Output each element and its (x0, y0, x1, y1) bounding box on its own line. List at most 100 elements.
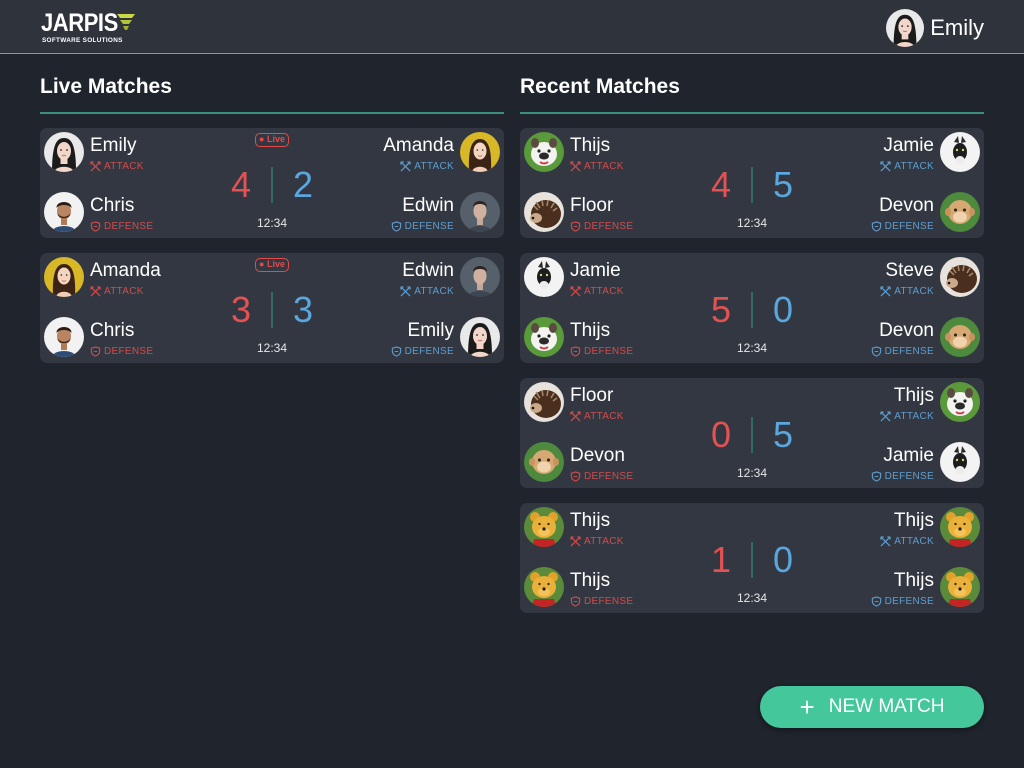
red-attack-player[interactable]: Thijs ATTACK (520, 130, 720, 172)
role-label: DEFENSE (584, 221, 634, 232)
red-defense-player[interactable]: Chris DEFENSE (40, 315, 240, 357)
defense-role: DEFENSE (90, 221, 153, 232)
match-time: 12:34 (256, 341, 288, 355)
match-card[interactable]: Floor ATTACK Devon DEFENSE Thijs ATTACK (520, 378, 984, 488)
player-avatar[interactable] (460, 257, 500, 297)
red-defense-player[interactable]: Thijs DEFENSE (520, 565, 720, 607)
user-avatar[interactable] (886, 9, 925, 47)
match-card[interactable]: ● Live Emily ATTACK Chris DEFENSE Amanda… (40, 128, 504, 238)
player-avatar[interactable] (940, 382, 980, 422)
player-name: Jamie (570, 260, 621, 281)
blue-attack-player[interactable]: Thijs ATTACK (784, 380, 984, 422)
red-team-score: 5 (710, 289, 732, 330)
attack-role: ATTACK (880, 411, 934, 422)
blue-defense-player[interactable]: Edwin DEFENSE (304, 190, 504, 232)
role-label: ATTACK (894, 411, 934, 422)
player-avatar[interactable] (940, 132, 980, 172)
defense-role: DEFENSE (570, 346, 633, 357)
player-avatar[interactable] (460, 192, 500, 232)
blue-attack-player[interactable]: Amanda ATTACK (304, 130, 504, 172)
player-avatar[interactable] (940, 567, 980, 607)
player-name: Emily (90, 135, 137, 156)
shield-icon (90, 221, 101, 232)
red-defense-player[interactable]: Floor DEFENSE (520, 190, 720, 232)
role-label: ATTACK (104, 286, 144, 297)
player-avatar[interactable] (524, 192, 564, 232)
role-label: DEFENSE (884, 471, 934, 482)
player-avatar[interactable] (44, 132, 84, 172)
player-name: Jamie (883, 135, 934, 156)
blue-attack-player[interactable]: Thijs ATTACK (784, 505, 984, 547)
match-time: 12:34 (736, 466, 768, 480)
red-team-score: 0 (710, 414, 732, 455)
player-avatar[interactable] (940, 442, 980, 482)
player-avatar[interactable] (460, 317, 500, 357)
red-attack-player[interactable]: Jamie ATTACK (520, 255, 720, 297)
tornado-icon (117, 14, 135, 30)
live-badge: ● Live (255, 258, 289, 272)
blue-defense-player[interactable]: Emily DEFENSE (304, 315, 504, 357)
user-menu[interactable]: Emily (886, 8, 984, 48)
crossed-swords-icon (880, 536, 891, 547)
red-attack-player[interactable]: Amanda ATTACK (40, 255, 240, 297)
live-badge-label: Live (266, 134, 285, 144)
red-team-score: 1 (710, 539, 732, 580)
player-name: Jamie (883, 445, 934, 466)
player-avatar[interactable] (524, 567, 564, 607)
player-avatar[interactable] (940, 507, 980, 547)
blue-team-score: 0 (772, 289, 794, 330)
blue-attack-player[interactable]: Steve ATTACK (784, 255, 984, 297)
role-label: ATTACK (584, 411, 624, 422)
red-defense-player[interactable]: Chris DEFENSE (40, 190, 240, 232)
match-card[interactable]: ● Live Amanda ATTACK Chris DEFENSE Edwin… (40, 253, 504, 363)
player-avatar[interactable] (524, 442, 564, 482)
red-attack-player[interactable]: Thijs ATTACK (520, 505, 720, 547)
jarpis-logo[interactable]: JARPIS SOFTWARE SOLUTIONS (41, 9, 141, 47)
player-avatar[interactable] (940, 192, 980, 232)
player-avatar[interactable] (524, 507, 564, 547)
player-avatar[interactable] (940, 317, 980, 357)
red-attack-player[interactable]: Emily ATTACK (40, 130, 240, 172)
player-name: Floor (570, 195, 614, 216)
defense-role: DEFENSE (90, 346, 153, 357)
shield-icon (570, 221, 581, 232)
player-name: Amanda (383, 135, 454, 156)
match-time: 12:34 (256, 216, 288, 230)
plus-icon: + (799, 692, 815, 722)
player-name: Edwin (402, 195, 454, 216)
match-card[interactable]: Thijs ATTACK Thijs DEFENSE Thijs ATTACK (520, 503, 984, 613)
player-avatar[interactable] (940, 257, 980, 297)
player-name: Amanda (90, 260, 161, 281)
score-divider (271, 292, 273, 328)
match-card[interactable]: Thijs ATTACK Floor DEFENSE Jamie ATTACK (520, 128, 984, 238)
player-avatar[interactable] (44, 257, 84, 297)
red-defense-player[interactable]: Thijs DEFENSE (520, 315, 720, 357)
blue-defense-player[interactable]: Devon DEFENSE (784, 190, 984, 232)
role-label: DEFENSE (404, 221, 454, 232)
player-name: Emily (407, 320, 454, 341)
blue-attack-player[interactable]: Edwin ATTACK (304, 255, 504, 297)
crossed-swords-icon (880, 286, 891, 297)
red-attack-player[interactable]: Floor ATTACK (520, 380, 720, 422)
crossed-swords-icon (880, 161, 891, 172)
player-avatar[interactable] (44, 317, 84, 357)
player-avatar[interactable] (460, 132, 500, 172)
player-name: Thijs (893, 385, 934, 406)
player-avatar[interactable] (524, 257, 564, 297)
live-matches-divider (40, 112, 504, 114)
blue-defense-player[interactable]: Thijs DEFENSE (784, 565, 984, 607)
blue-defense-player[interactable]: Devon DEFENSE (784, 315, 984, 357)
player-avatar[interactable] (524, 382, 564, 422)
match-card[interactable]: Jamie ATTACK Thijs DEFENSE Steve ATTACK (520, 253, 984, 363)
player-name: Thijs (570, 510, 611, 531)
player-avatar[interactable] (44, 192, 84, 232)
blue-attack-player[interactable]: Jamie ATTACK (784, 130, 984, 172)
player-avatar[interactable] (524, 132, 564, 172)
blue-defense-player[interactable]: Jamie DEFENSE (784, 440, 984, 482)
red-defense-player[interactable]: Devon DEFENSE (520, 440, 720, 482)
player-avatar[interactable] (524, 317, 564, 357)
attack-role: ATTACK (880, 536, 934, 547)
new-match-button[interactable]: + NEW MATCH (760, 686, 984, 728)
player-name: Floor (570, 385, 614, 406)
shield-icon (570, 596, 581, 607)
